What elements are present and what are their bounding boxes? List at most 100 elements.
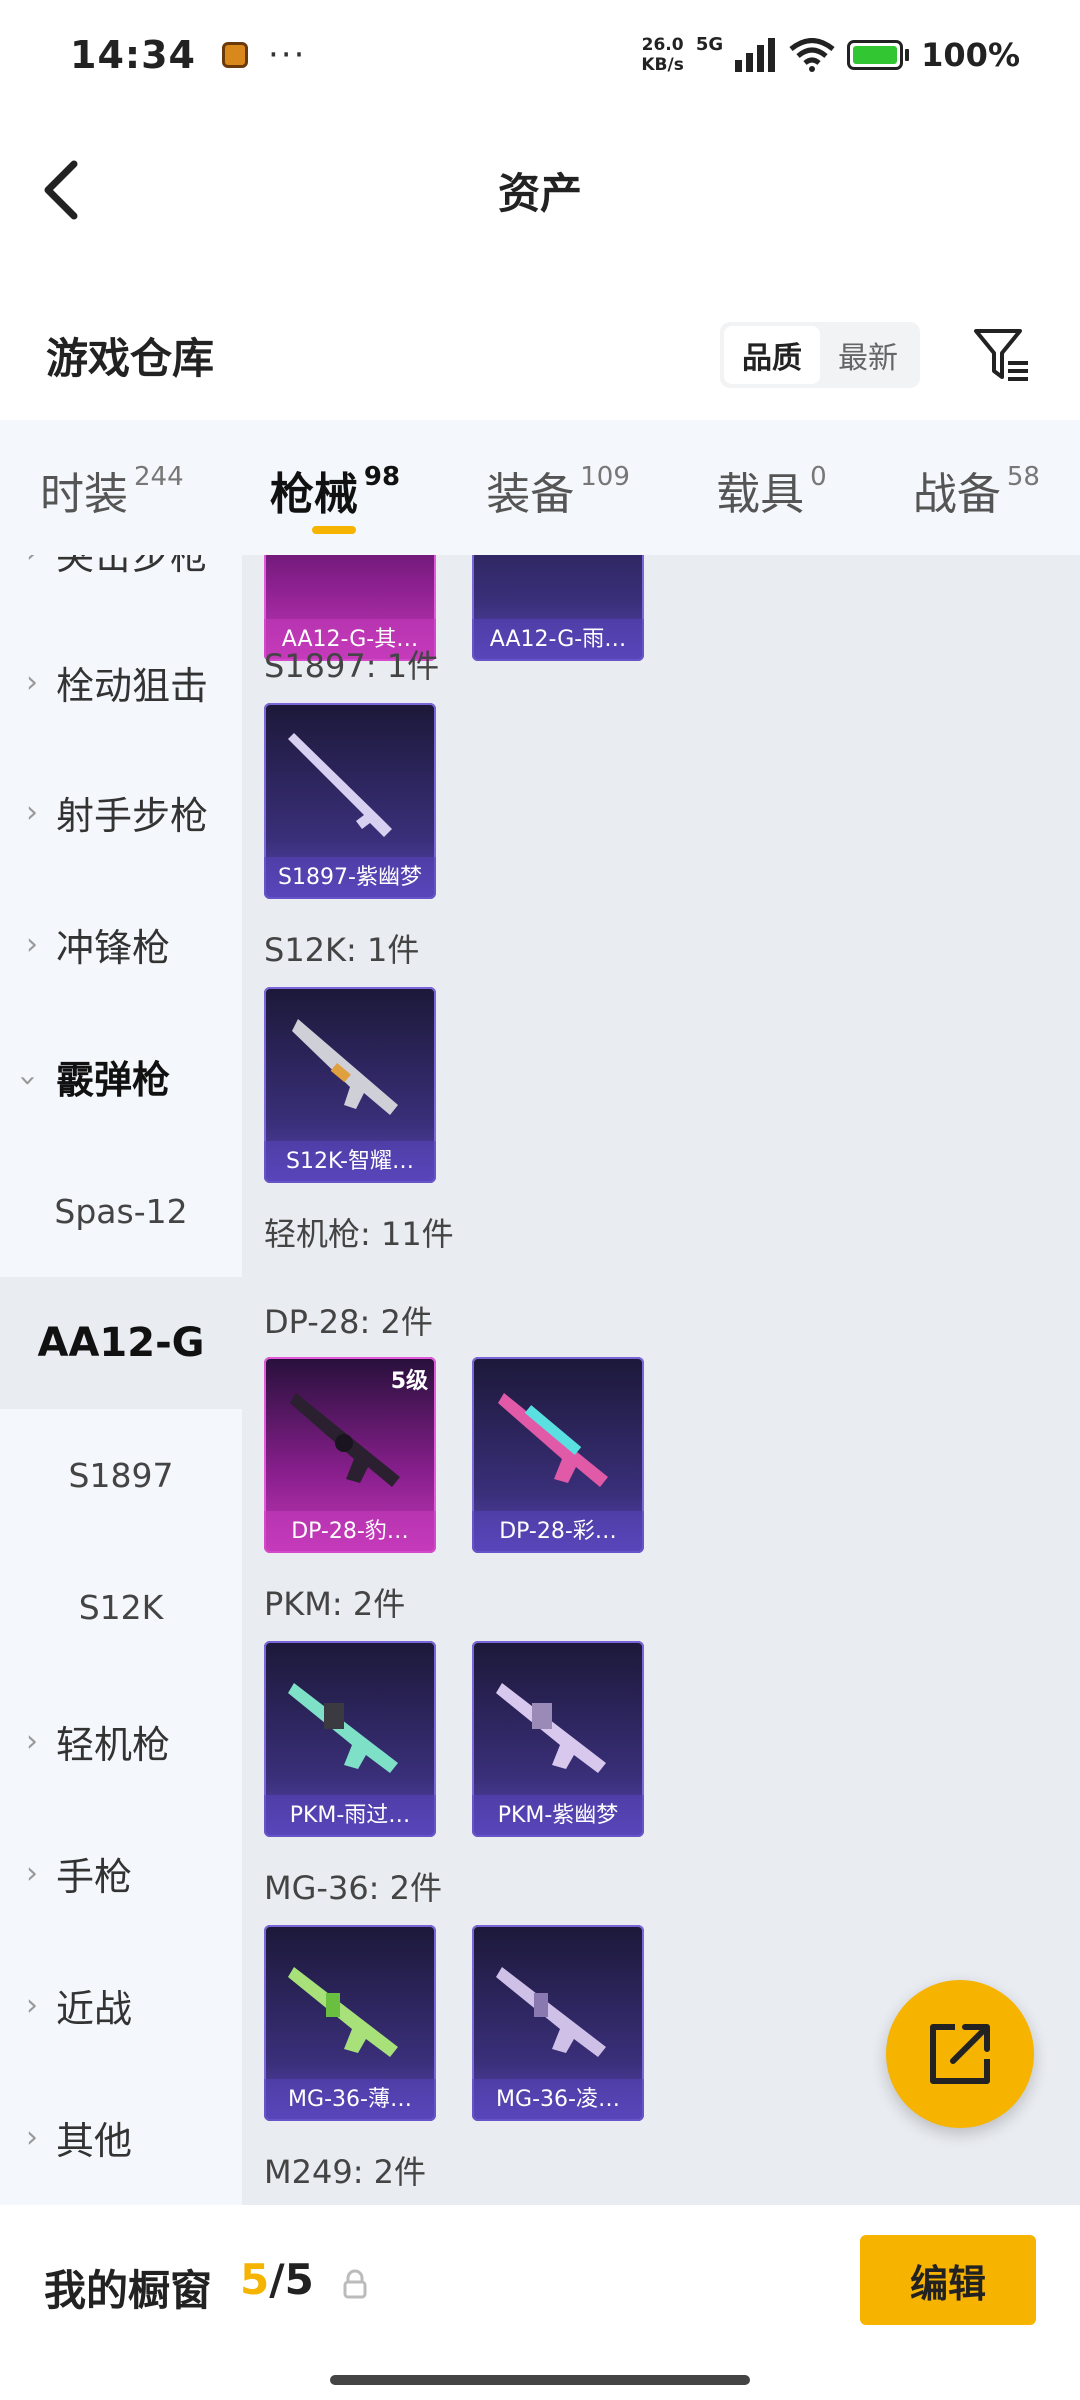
tab-label: 载具 [716, 468, 805, 520]
group-title: 轻机枪: 11件 [264, 1215, 454, 1253]
group-title: M249: 2件 [264, 2153, 427, 2191]
tab-label: 装备 [486, 468, 575, 520]
edit-button[interactable]: 编辑 [860, 2235, 1036, 2325]
group-title: DP-28: 2件 [264, 1303, 433, 1341]
machine-gun-icon [498, 1393, 608, 1487]
app-notification-icon [221, 42, 248, 68]
sidebar-item-label: 射手步枪 [56, 793, 209, 838]
sidebar-item-label: 近战 [56, 1986, 133, 2031]
tab-label: 枪械 [269, 468, 358, 520]
showcase-count-current: 5 [240, 2255, 270, 2304]
more-notifications-icon: ··· [267, 35, 307, 75]
chevron-right-icon: › [26, 1987, 38, 2023]
group-title: S1897: 1件 [264, 647, 440, 685]
net-speed-unit: KB/s [641, 55, 684, 75]
item-name: PKM-紫幽梦 [472, 1795, 644, 1837]
item-grid: AA12-G-其… AA12-G-雨… S1897: 1件 S1897-紫幽梦 … [242, 555, 1080, 2205]
lock-icon [343, 2269, 367, 2299]
filter-icon[interactable] [970, 323, 1034, 387]
item-card[interactable]: MG-36-薄… [264, 1925, 436, 2121]
chevron-right-icon: › [26, 794, 38, 830]
chevron-down-icon: › [10, 1074, 46, 1086]
item-name: S12K-智耀… [264, 1141, 436, 1183]
sidebar-item-bolt-sniper[interactable]: › 栓动狙击 [0, 617, 242, 747]
tab-label: 时装 [40, 468, 128, 520]
sidebar-sub-aa12g[interactable]: AA12-G [0, 1277, 242, 1409]
machine-gun-icon [496, 1967, 606, 2057]
network-type: 5G [695, 33, 724, 55]
battery-percent: 100% [921, 36, 1020, 74]
signal-icon [735, 38, 776, 72]
tab-combat-gear[interactable]: 战备 58 [913, 448, 1040, 528]
sidebar-sub-spas12[interactable]: Spas-12 [0, 1145, 242, 1277]
sidebar-sub-s12k[interactable]: S12K [0, 1541, 242, 1673]
item-card[interactable]: S1897-紫幽梦 [264, 703, 436, 899]
item-card[interactable]: PKM-雨过… [264, 1641, 436, 1837]
share-button[interactable] [886, 1980, 1034, 2128]
status-right: 26.0 KB/s 5G 100% [641, 34, 1020, 77]
item-name: DP-28-彩… [472, 1511, 644, 1553]
item-card[interactable]: AA12-G-雨… [472, 555, 644, 661]
active-tab-indicator [311, 525, 356, 534]
tab-count: 109 [580, 461, 630, 492]
sidebar-item-marksman-rifle[interactable]: › 射手步枪 [0, 747, 242, 877]
showcase-count-sep: / [269, 2255, 285, 2304]
group-title: PKM: 2件 [264, 1585, 406, 1623]
tab-fashion[interactable]: 时装 244 [40, 448, 184, 528]
sidebar-item-label: 霰弹枪 [56, 1057, 171, 1102]
warehouse-title: 游戏仓库 [46, 333, 215, 383]
sidebar-item-pistol[interactable]: › 手枪 [0, 1808, 242, 1938]
tab-count: 98 [363, 461, 401, 492]
sidebar-item-label: 其他 [56, 2118, 133, 2163]
share-icon [930, 2024, 990, 2084]
battery-icon [847, 40, 910, 70]
item-name: MG-36-薄… [264, 2079, 436, 2121]
nav-bar: 资产 [0, 110, 1080, 270]
wifi-icon [789, 38, 835, 72]
group-title: MG-36: 2件 [264, 1869, 442, 1907]
showcase-count-total: 5 [284, 2255, 314, 2304]
sort-by-quality[interactable]: 品质 [724, 326, 820, 384]
sort-toggle: 品质 最新 [720, 322, 920, 388]
home-indicator [330, 2375, 750, 2385]
item-card[interactable]: PKM-紫幽梦 [472, 1641, 644, 1837]
sidebar-item-other[interactable]: › 其他 [0, 2072, 242, 2202]
back-arrow-icon[interactable] [36, 158, 96, 222]
status-time: 14:34 [70, 33, 196, 77]
showcase-count: 5/5 [240, 2255, 314, 2304]
item-name: AA12-G-雨… [472, 619, 644, 661]
content-area: › 突击步枪 › 栓动狙击 › 射手步枪 › 冲锋枪 › 霰弹枪 Spas-12… [0, 555, 1080, 2205]
weapon-category-sidebar: › 突击步枪 › 栓动狙击 › 射手步枪 › 冲锋枪 › 霰弹枪 Spas-12… [0, 555, 242, 2205]
item-card[interactable]: MG-36-凌… [472, 1925, 644, 2121]
item-name: S1897-紫幽梦 [264, 857, 436, 899]
item-card[interactable]: S12K-智耀… [264, 987, 436, 1183]
item-card[interactable]: 5级 DP-28-豹… [264, 1357, 436, 1553]
warehouse-header: 游戏仓库 品质 最新 [0, 290, 1080, 420]
tab-count: 244 [134, 461, 184, 492]
machine-gun-icon [290, 1393, 400, 1487]
chevron-right-icon: › [26, 2119, 38, 2155]
sidebar-item-lmg[interactable]: › 轻机枪 [0, 1676, 242, 1806]
shotgun-icon [292, 1019, 398, 1115]
sort-by-newest[interactable]: 最新 [820, 326, 916, 384]
chevron-right-icon: › [0, 555, 56, 570]
sidebar-item-melee[interactable]: › 近战 [0, 1940, 242, 2070]
showcase-title: 我的橱窗 [44, 2266, 213, 2315]
item-name: DP-28-豹… [264, 1511, 436, 1553]
tab-firearms[interactable]: 枪械 98 [269, 448, 401, 534]
item-name: MG-36-凌… [472, 2079, 644, 2121]
sidebar-item-shotgun[interactable]: › 霰弹枪 [0, 1011, 242, 1141]
sidebar-item-smg[interactable]: › 冲锋枪 [0, 879, 242, 1009]
group-title: S12K: 1件 [264, 931, 420, 969]
sidebar-item-label: 栓动狙击 [56, 663, 209, 708]
sidebar-item-label: 轻机枪 [56, 1722, 171, 1767]
sidebar-sub-s1897[interactable]: S1897 [0, 1409, 242, 1541]
tab-vehicles[interactable]: 载具 0 [716, 448, 827, 528]
machine-gun-icon [288, 1683, 398, 1773]
item-card[interactable]: DP-28-彩… [472, 1357, 644, 1553]
sidebar-item-assault-rifle[interactable]: › 突击步枪 [0, 555, 242, 617]
chevron-right-icon: › [26, 664, 38, 700]
tab-equipment[interactable]: 装备 109 [486, 448, 630, 528]
chevron-right-icon: › [26, 1855, 38, 1891]
category-tabs: 时装 244 枪械 98 装备 109 载具 0 战备 58 [0, 420, 1080, 555]
